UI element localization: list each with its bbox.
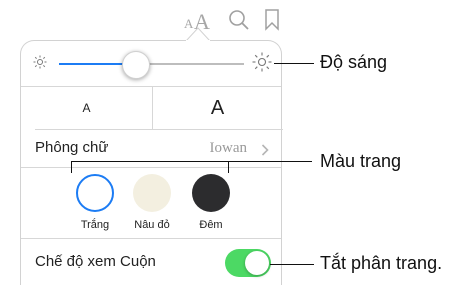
popover-arrow: [186, 27, 210, 41]
theme-night-swatch[interactable]: [192, 174, 230, 212]
decrease-font-label: A: [82, 101, 91, 115]
scroll-mode-toggle[interactable]: [225, 249, 271, 277]
increase-font-button[interactable]: A: [153, 87, 282, 129]
theme-sepia-swatch[interactable]: [133, 174, 171, 212]
brightness-row: [21, 41, 281, 86]
theme-white-swatch[interactable]: [76, 174, 114, 212]
theme-night-label: Đêm: [199, 219, 223, 231]
theme-sepia-label: Nâu đỏ: [134, 219, 170, 231]
increase-font-label: A: [210, 96, 225, 119]
page-color-callout: Màu trang: [320, 151, 402, 171]
scroll-mode-label: Chế độ xem Cuộn: [35, 253, 156, 270]
brightness-callout: Độ sáng: [320, 52, 388, 72]
page-color-row: Trắng Nâu đỏ Đêm: [21, 168, 281, 238]
theme-white-label: Trắng: [80, 219, 110, 231]
bookmark-icon[interactable]: [265, 9, 279, 36]
paging-callout-line: [270, 264, 314, 265]
chevron-right-icon: [261, 143, 269, 161]
decrease-font-button[interactable]: A: [21, 87, 152, 129]
paging-callout: Tắt phân trang.: [320, 253, 443, 273]
page-color-bracket-right: [228, 161, 229, 173]
font-row-value: Iowan: [209, 140, 248, 156]
brightness-slider-knob[interactable]: [122, 51, 150, 79]
search-icon[interactable]: [228, 9, 250, 36]
page-color-bracket-left: [71, 161, 72, 173]
sun-large-icon: [252, 52, 272, 77]
font-row-label: Phông chữ: [35, 139, 109, 156]
brightness-slider-track: [135, 63, 244, 65]
brightness-slider[interactable]: [59, 49, 244, 79]
brightness-callout-line: [274, 63, 314, 64]
reading-settings-popover: A A Phông chữ Iowan Trắng Nâu đỏ Đêm Chế…: [20, 40, 283, 285]
page-color-bracket-top: [71, 161, 312, 162]
sun-small-icon: [33, 55, 47, 74]
font-size-row: A A: [21, 87, 281, 129]
toggle-knob: [245, 251, 269, 275]
scroll-mode-row: Chế độ xem Cuộn: [21, 239, 281, 285]
